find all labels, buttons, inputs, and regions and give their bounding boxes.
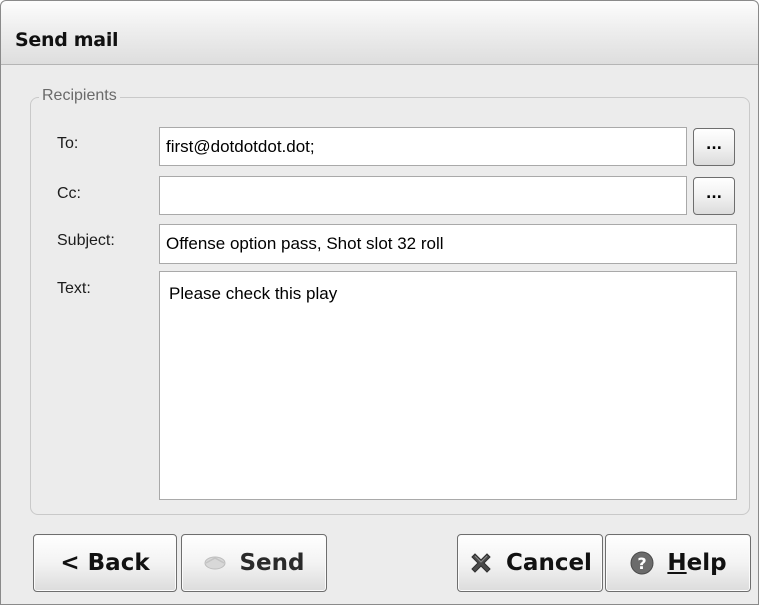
text-label: Text: xyxy=(57,280,91,297)
send-icon xyxy=(203,554,227,572)
back-button[interactable]: < Back xyxy=(33,534,177,592)
recipients-group-label: Recipients xyxy=(39,87,120,105)
cancel-x-icon xyxy=(468,550,494,576)
svg-text:?: ? xyxy=(638,554,647,573)
to-field[interactable]: first@dotdotdot.dot; xyxy=(159,127,687,166)
help-button-label: Help xyxy=(667,550,726,576)
subject-label: Subject: xyxy=(57,232,115,249)
message-text-area[interactable]: Please check this play xyxy=(159,271,737,500)
cancel-button-label: Cancel xyxy=(506,550,592,576)
title-bar[interactable]: Send mail xyxy=(1,1,758,65)
help-label-rest: elp xyxy=(686,550,727,576)
send-mail-dialog: Send mail Recipients To: first@dotdotdot… xyxy=(0,0,759,605)
subject-field[interactable]: Offense option pass, Shot slot 32 roll xyxy=(159,224,737,264)
cancel-button[interactable]: Cancel xyxy=(457,534,603,592)
cc-field[interactable] xyxy=(159,176,687,215)
cc-lookup-button[interactable]: ... xyxy=(693,177,735,215)
send-button[interactable]: Send xyxy=(181,534,327,592)
help-mnemonic: H xyxy=(667,550,687,576)
help-button[interactable]: ? Help xyxy=(605,534,751,592)
cc-label: Cc: xyxy=(57,185,81,202)
to-label: To: xyxy=(57,135,79,152)
window-title: Send mail xyxy=(15,29,119,51)
back-button-label: < Back xyxy=(60,550,150,576)
send-button-label: Send xyxy=(239,550,305,576)
to-lookup-button[interactable]: ... xyxy=(693,128,735,166)
help-question-icon: ? xyxy=(629,550,655,576)
